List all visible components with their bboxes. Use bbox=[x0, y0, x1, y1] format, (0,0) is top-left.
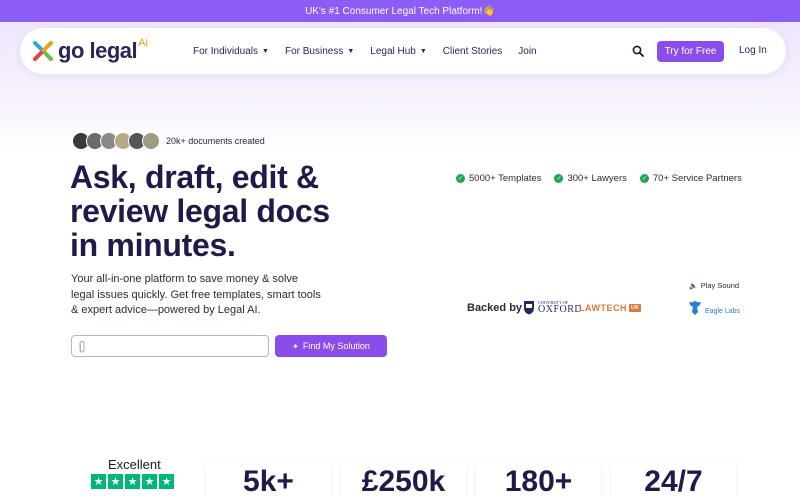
paperclip-icon[interactable] bbox=[77, 340, 87, 353]
eagle-labs-logo: Eagle Labs bbox=[688, 300, 740, 316]
stat-card-value: 24/7 bbox=[644, 465, 703, 496]
check-circle-icon: ✓ bbox=[554, 174, 564, 183]
avatar bbox=[142, 132, 160, 150]
stat-card-value: 180+ bbox=[504, 465, 573, 496]
trustpilot-stars: ★ ★ ★ ★ ★ bbox=[91, 474, 176, 489]
user-avatars bbox=[72, 132, 160, 150]
banner-text: UK's #1 Consumer Legal Tech Platform!👋 bbox=[305, 5, 495, 17]
nav-item-label: For Individuals bbox=[193, 45, 259, 57]
star-icon: ★ bbox=[125, 474, 140, 489]
find-button-label: Find My Solution bbox=[302, 341, 370, 351]
log-in-link[interactable]: Log In bbox=[739, 45, 767, 56]
logo[interactable]: go legal Ai bbox=[32, 37, 148, 64]
star-icon: ★ bbox=[142, 474, 157, 489]
chevron-down-icon: ▼ bbox=[419, 47, 427, 55]
stat-lawyers: ✓ 300+ Lawyers bbox=[554, 173, 627, 184]
backed-by-label: Backed by bbox=[467, 302, 523, 314]
check-circle-icon: ✓ bbox=[639, 174, 649, 183]
stat-card: 180+ bbox=[476, 459, 601, 496]
stat-label: 300+ Lawyers bbox=[567, 173, 627, 184]
oxford-crest-icon bbox=[524, 301, 534, 315]
check-circle-icon: ✓ bbox=[456, 174, 465, 183]
search-icon[interactable] bbox=[632, 45, 644, 57]
stat-card-value: £250k bbox=[361, 465, 446, 496]
lawtech-uk-logo: LAWTECH UK bbox=[579, 303, 642, 313]
logo-mark-icon bbox=[33, 41, 53, 61]
logo-text: go legal bbox=[58, 38, 138, 63]
sparkle-icon: ✦ bbox=[292, 341, 299, 351]
nav-item-label: Legal Hub bbox=[370, 45, 416, 57]
nav-item-label: Join bbox=[518, 45, 537, 57]
nav-item-label: Client Stories bbox=[442, 45, 503, 57]
play-sound-label: Play Sound bbox=[700, 281, 740, 290]
nav-links: For Individuals ▼ For Business ▼ Legal H… bbox=[193, 28, 553, 74]
stat-label: 5000+ Templates bbox=[469, 173, 542, 184]
nav-item-for-individuals[interactable]: For Individuals ▼ bbox=[193, 46, 269, 57]
nav-item-join[interactable]: Join bbox=[518, 46, 536, 57]
eagle-icon bbox=[689, 301, 701, 315]
oxford-name: OXFORD bbox=[538, 304, 583, 315]
top-banner[interactable]: UK's #1 Consumer Legal Tech Platform!👋 bbox=[0, 0, 800, 22]
logo-ai-suffix: Ai bbox=[138, 37, 148, 49]
social-proof-text: 20k+ documents created bbox=[166, 136, 265, 146]
star-icon: ★ bbox=[91, 474, 106, 489]
chevron-down-icon: ▼ bbox=[262, 47, 269, 55]
solution-search-input[interactable] bbox=[71, 335, 269, 357]
nav-item-label: For Business bbox=[284, 45, 344, 57]
main-navbar: go legal Ai For Individuals ▼ For Busine… bbox=[20, 28, 786, 74]
stat-service-partners: ✓ 70+ Service Partners bbox=[639, 173, 742, 184]
hero-subtext: Your all-in-one platform to save money &… bbox=[71, 273, 321, 316]
nav-item-legal-hub[interactable]: Legal Hub ▼ bbox=[370, 46, 427, 57]
find-my-solution-button[interactable]: ✦ Find My Solution bbox=[275, 335, 387, 357]
nav-item-for-business[interactable]: For Business ▼ bbox=[285, 46, 354, 57]
eagle-labs-text: Eagle Labs bbox=[705, 307, 741, 315]
stat-templates: ✓ 5000+ Templates bbox=[456, 173, 541, 184]
nav-item-client-stories[interactable]: Client Stories bbox=[443, 46, 502, 57]
try-for-free-button[interactable]: Try for Free bbox=[657, 41, 724, 62]
stat-card-value: 5k+ bbox=[243, 465, 294, 496]
chevron-down-icon: ▼ bbox=[347, 47, 355, 55]
stat-label: 70+ Service Partners bbox=[652, 173, 742, 184]
key-stats: ✓ 5000+ Templates ✓ 300+ Lawyers ✓ 70+ S… bbox=[456, 173, 755, 184]
play-sound-button[interactable]: 🔈 Play Sound bbox=[689, 281, 739, 290]
page-title: Ask, draft, edit & review legal docs in … bbox=[70, 159, 330, 263]
lawtech-uk-tag: UK bbox=[629, 304, 642, 312]
star-icon: ★ bbox=[159, 474, 174, 489]
lawtech-text: LAWTECH bbox=[579, 303, 627, 313]
speaker-icon: 🔈 bbox=[689, 282, 698, 290]
stat-card: 5k+ bbox=[206, 459, 331, 496]
stat-card: 24/7 bbox=[611, 459, 736, 496]
star-icon: ★ bbox=[108, 474, 123, 489]
stat-card: £250k bbox=[341, 459, 466, 496]
oxford-logo: UNIVERSITY OF OXFORD bbox=[523, 300, 582, 315]
trustpilot-rating-word: Excellent bbox=[108, 457, 161, 472]
